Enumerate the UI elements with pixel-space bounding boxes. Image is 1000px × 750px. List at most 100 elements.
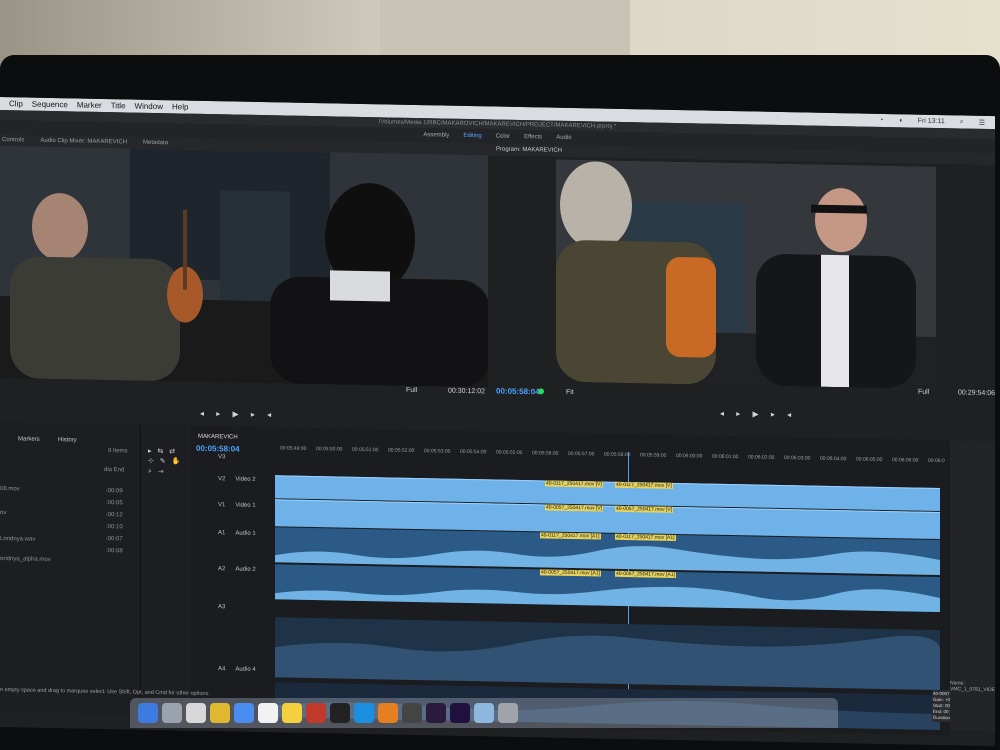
terminal-icon[interactable] <box>330 703 350 723</box>
source-transport-controls[interactable]: ◂ ▸ ▶ ▸ ◂ <box>200 409 276 419</box>
list-item[interactable]: oridnya_alpha.mov <box>0 556 51 563</box>
ruler-tick-label: 00:05:51:00 <box>352 446 379 454</box>
calendar-icon[interactable] <box>258 703 278 723</box>
source-video-image <box>0 146 488 388</box>
list-item-duration: :00:09 <box>106 488 123 495</box>
list-item-duration: :00:07 <box>106 536 123 543</box>
filezilla-icon[interactable] <box>306 703 326 723</box>
menu-marker[interactable]: Marker <box>77 100 102 109</box>
photo-booth-icon[interactable] <box>402 703 422 723</box>
skype-icon[interactable] <box>354 703 374 723</box>
track-name: Audio 2 <box>235 566 256 573</box>
system-preferences-icon[interactable] <box>162 703 182 723</box>
downloads-folder-icon[interactable] <box>474 703 494 723</box>
track-id: V1 <box>218 502 226 509</box>
list-item-duration: :00:12 <box>106 512 123 519</box>
track-id: A4 <box>218 666 226 673</box>
menu-clip[interactable]: Clip <box>9 99 23 108</box>
premiere-pro-icon[interactable] <box>426 703 446 723</box>
track-name: Video 2 <box>235 476 256 483</box>
track-header-a1[interactable]: A1 Audio 1 <box>190 530 278 538</box>
track-name: Audio 1 <box>235 530 256 537</box>
menu-help[interactable]: Help <box>172 102 188 111</box>
program-transport-controls[interactable]: ◂ ▸ ▶ ▸ ◂ <box>720 409 796 419</box>
tab-audio-clip-mixer[interactable]: Audio Clip Mixer: MAKAREVICH <box>40 138 127 146</box>
ruler-tick-label: 00:06:00:00 <box>676 452 703 460</box>
menu-sequence[interactable]: Sequence <box>32 100 68 110</box>
menu-window[interactable]: Window <box>135 102 163 112</box>
source-fit[interactable]: Full <box>406 387 417 394</box>
ruler-tick-label: 00:06:06:00 <box>892 457 919 464</box>
ruler-tick-label: 00:05:55:00 <box>496 449 523 457</box>
project-panel: Markers History 9 Items dia End 08.mov :… <box>0 422 141 715</box>
search-icon[interactable]: ⌕ <box>960 118 964 126</box>
track-header-a4[interactable]: A4 Audio 4 <box>190 666 278 674</box>
tab-assembly[interactable]: Assembly <box>423 132 449 138</box>
chrome-icon[interactable] <box>210 703 230 723</box>
tab-editing[interactable]: Editing <box>463 133 481 139</box>
ruler-tick-label: 00:05:57:00 <box>568 450 595 458</box>
ruler-tick-label: 00:05:59:00 <box>640 452 667 459</box>
trash-icon[interactable] <box>498 703 518 723</box>
list-item[interactable]: Loridnya.wav <box>0 536 35 543</box>
program-video-frame[interactable] <box>556 159 936 389</box>
track-header-v2[interactable]: V2 Video 2 <box>190 476 278 484</box>
track-header-v1[interactable]: V1 Video 1 <box>190 502 278 510</box>
clip-label: 40-0057_250417.mov [V] <box>545 504 604 512</box>
clip-label: 40-0117_250417.mov [V] <box>615 481 673 489</box>
list-item[interactable]: ov <box>0 510 6 516</box>
clip-label: 40-0117_250417.mov [V] <box>545 480 603 488</box>
monitor-screen: Clip Sequence Marker Title Window Help ◔… <box>0 97 995 747</box>
after-effects-icon[interactable] <box>450 703 470 723</box>
track-header-v3[interactable]: V3 <box>190 454 278 462</box>
ruler-tick-label: 00:06:07:00 <box>928 457 945 465</box>
menu-title[interactable]: Title <box>111 101 126 110</box>
ruler-tick-label: 00:05:56:00 <box>532 450 559 457</box>
column-media-end[interactable]: dia End <box>104 467 124 473</box>
track-header-a3[interactable]: A3 <box>190 604 278 612</box>
volume-icon[interactable]: ◖ <box>898 117 902 125</box>
app-store-icon[interactable] <box>234 703 254 723</box>
track-header-a2[interactable]: A2 Audio 2 <box>190 566 278 574</box>
ruler-tick-label: 00:05:54:00 <box>460 448 487 456</box>
timeline-timecode[interactable]: 00:05:58:04 <box>196 444 240 454</box>
track-name: Video 1 <box>235 502 256 509</box>
tab-markers[interactable]: Markers <box>18 436 40 442</box>
ruler-tick-label: 00:05:53:00 <box>424 448 451 455</box>
sequence-tab[interactable]: MAKAREVICH <box>198 434 238 441</box>
tab-audio[interactable]: Audio <box>556 135 571 141</box>
list-item-duration: :00:10 <box>106 524 123 531</box>
program-quality[interactable]: Full <box>918 389 929 396</box>
program-current-timecode[interactable]: 00:05:58:04 <box>496 387 540 397</box>
tab-metadata[interactable]: Metadata <box>143 140 168 146</box>
notes-icon[interactable] <box>282 703 302 723</box>
tool-icons[interactable]: ▸ ⇆ ⇄ ⊹ ✎ ✋ ⌕ ⇥ <box>148 447 184 478</box>
track-id: V2 <box>218 476 226 483</box>
safari-icon[interactable] <box>186 703 206 723</box>
tab-history[interactable]: History <box>58 437 77 443</box>
list-icon[interactable]: ☰ <box>979 118 985 126</box>
time-ruler[interactable]: 00:05:49:00 00:05:50:00 00:05:51:00 00:05:5… <box>280 445 945 468</box>
tab-effect-controls[interactable]: Controls <box>2 137 24 143</box>
ruler-tick-label: 00:05:50:00 <box>316 446 343 453</box>
clip-label: 40-0057_250417.mov [V] <box>615 505 674 513</box>
item-count: 9 Items <box>108 448 128 455</box>
tab-color[interactable]: Color <box>496 134 510 140</box>
program-duration: 00:29:54:06 <box>958 389 995 398</box>
list-item-duration: :00:05 <box>106 500 123 507</box>
program-video-image <box>556 159 936 389</box>
list-item-duration: :00:08 <box>106 548 123 555</box>
ruler-tick-label: 00:05:52:00 <box>388 447 415 454</box>
finder-icon[interactable] <box>138 703 158 723</box>
list-item[interactable]: 08.mov <box>0 486 20 492</box>
program-fit-dropdown[interactable]: Fit <box>566 389 574 396</box>
ruler-tick-label: 00:06:05:00 <box>856 456 883 463</box>
tab-effects[interactable]: Effects <box>524 134 542 140</box>
source-timecode: 00:30:12:02 <box>448 387 485 396</box>
track-name: Audio 4 <box>235 666 256 673</box>
wifi-icon[interactable]: ◔ <box>879 116 883 124</box>
right-panel: Name: VMC_1_0781_VIDEO <box>950 440 995 732</box>
source-video-frame[interactable] <box>0 146 488 388</box>
menu-clock[interactable]: Fri 13:11 <box>918 117 945 126</box>
vlc-icon[interactable] <box>378 703 398 723</box>
